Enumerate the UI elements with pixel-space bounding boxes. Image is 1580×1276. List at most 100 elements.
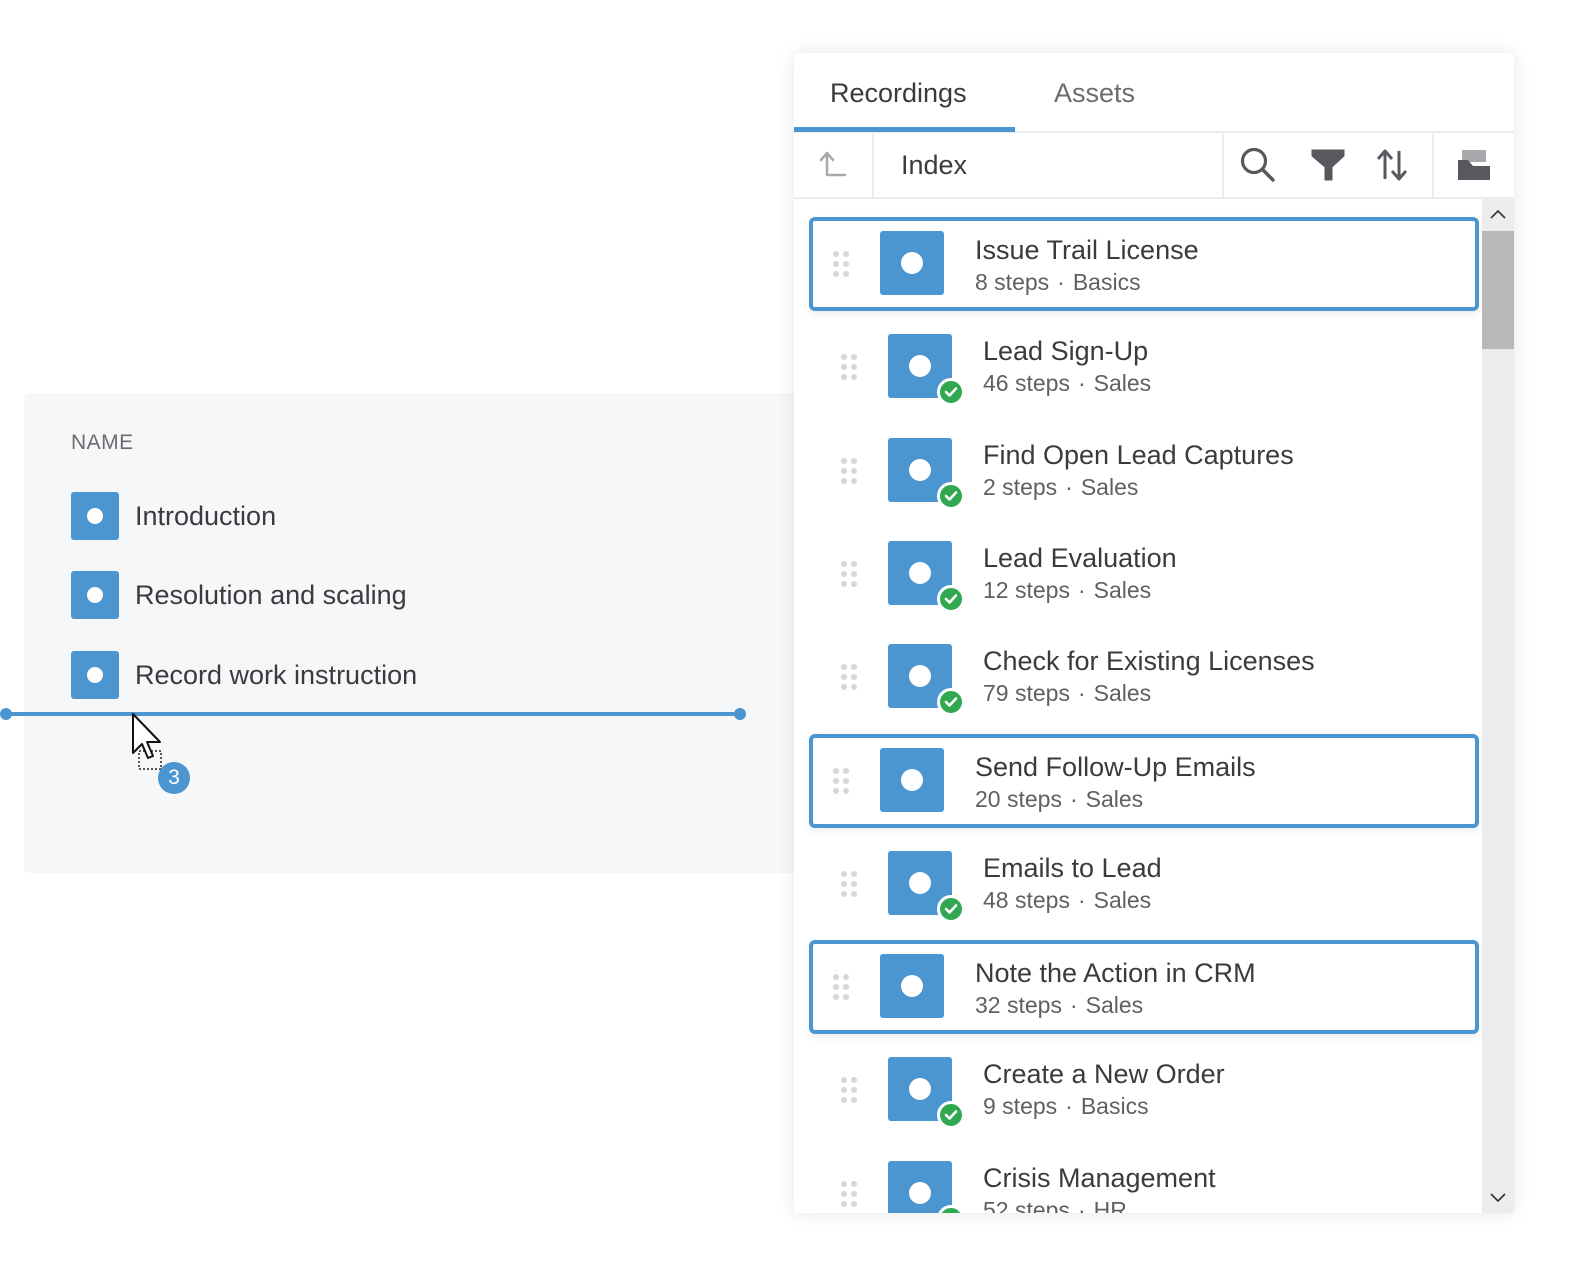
step-count: 32 steps xyxy=(975,992,1062,1018)
step-count: 9 steps xyxy=(983,1093,1058,1119)
recording-item[interactable]: Lead Sign-Up 46 steps · Sales xyxy=(809,320,1479,414)
meta-separator: · xyxy=(1077,370,1086,396)
scroll-up-button[interactable] xyxy=(1482,199,1514,229)
recording-meta: 79 steps · Sales xyxy=(983,680,1151,707)
step-count: 52 steps xyxy=(983,1197,1070,1213)
folder-button[interactable] xyxy=(1434,133,1514,197)
sort-button[interactable] xyxy=(1372,145,1412,185)
step-count: 12 steps xyxy=(983,577,1070,603)
recording-title: Emails to Lead xyxy=(983,853,1162,883)
drag-handle-icon[interactable] xyxy=(833,251,851,279)
recording-title: Crisis Management xyxy=(983,1163,1216,1193)
list-item-label: Introduction xyxy=(135,500,277,531)
meta-separator: · xyxy=(1065,474,1073,500)
recording-item[interactable]: Check for Existing Licenses 79 steps · Sale… xyxy=(809,630,1479,724)
drag-count-badge: 3 xyxy=(158,762,190,794)
step-count: 46 steps xyxy=(983,370,1070,396)
recording-item[interactable]: Create a New Order 9 steps · Basics xyxy=(809,1043,1479,1137)
list-item-label: Resolution and scaling xyxy=(135,579,407,610)
recording-meta: 8 steps · Basics xyxy=(975,269,1141,296)
scrollbar-thumb[interactable] xyxy=(1482,231,1514,349)
recording-title: Lead Sign-Up xyxy=(983,336,1149,366)
recording-item[interactable]: Find Open Lead Captures 2 steps · Sales xyxy=(809,424,1479,518)
drag-handle-icon[interactable] xyxy=(841,1181,859,1209)
drop-target-panel[interactable]: NAME Introduction Resolution and scaling… xyxy=(24,393,824,873)
drag-handle-icon[interactable] xyxy=(841,1077,859,1105)
category-label: Basics xyxy=(1072,269,1141,295)
recordings-panel: Recordings Assets Index Issue Trail Lice… xyxy=(794,53,1514,1213)
recording-meta: 46 steps · Sales xyxy=(983,370,1151,397)
filter-button[interactable] xyxy=(1308,145,1348,185)
breadcrumb[interactable]: Index xyxy=(901,133,967,197)
recording-meta: 9 steps · Basics xyxy=(983,1093,1149,1120)
vertical-scrollbar[interactable] xyxy=(1482,199,1514,1213)
recording-title: Issue Trail License xyxy=(975,235,1199,265)
completed-check-icon xyxy=(937,378,965,406)
recording-title: Create a New Order xyxy=(983,1059,1225,1089)
search-button[interactable] xyxy=(1238,145,1278,185)
up-level-button[interactable] xyxy=(794,133,874,197)
meta-separator: · xyxy=(1069,992,1078,1018)
recording-item[interactable]: Crisis Management 52 steps · HR xyxy=(809,1147,1479,1213)
meta-separator: · xyxy=(1077,887,1086,913)
meta-separator: · xyxy=(1065,1093,1073,1119)
up-level-icon xyxy=(819,151,847,177)
category-label: HR xyxy=(1093,1197,1127,1213)
meta-separator: · xyxy=(1069,786,1078,812)
drag-handle-icon[interactable] xyxy=(841,458,859,486)
recording-item[interactable]: Issue Trail License 8 steps · Basics xyxy=(809,217,1479,311)
chevron-up-icon xyxy=(1490,209,1506,219)
sort-icon xyxy=(1376,149,1408,181)
recording-title: Note the Action in CRM xyxy=(975,958,1256,988)
recording-title: Check for Existing Licenses xyxy=(983,646,1315,676)
meta-separator: · xyxy=(1057,269,1065,295)
completed-check-icon xyxy=(937,482,965,510)
recording-title: Send Follow-Up Emails xyxy=(975,752,1256,782)
recording-title: Find Open Lead Captures xyxy=(983,440,1294,470)
drag-handle-icon[interactable] xyxy=(833,768,851,796)
category-label: Sales xyxy=(1093,577,1152,603)
recording-item[interactable]: Lead Evaluation 12 steps · Sales xyxy=(809,527,1479,621)
tab-recordings[interactable]: Recordings xyxy=(830,53,967,133)
chevron-down-icon xyxy=(1490,1193,1506,1203)
recording-icon xyxy=(880,954,944,1018)
recording-meta: 12 steps · Sales xyxy=(983,577,1151,604)
drag-handle-icon[interactable] xyxy=(841,561,859,589)
recording-meta: 20 steps · Sales xyxy=(975,786,1143,813)
category-label: Basics xyxy=(1080,1093,1149,1119)
tab-assets[interactable]: Assets xyxy=(1054,53,1135,133)
list-item[interactable]: Record work instruction xyxy=(71,651,417,699)
drag-handle-icon[interactable] xyxy=(833,974,851,1002)
drag-handle-icon[interactable] xyxy=(841,871,859,899)
recording-item[interactable]: Emails to Lead 48 steps · Sales xyxy=(809,837,1479,931)
drop-insertion-line xyxy=(6,712,741,716)
recording-icon xyxy=(880,231,944,295)
filter-icon xyxy=(1311,149,1345,181)
drag-handle-icon[interactable] xyxy=(841,664,859,692)
step-count: 48 steps xyxy=(983,887,1070,913)
category-label: Sales xyxy=(1085,992,1144,1018)
completed-check-icon xyxy=(937,895,965,923)
list-item[interactable]: Introduction xyxy=(71,492,276,540)
drag-handle-icon[interactable] xyxy=(841,354,859,382)
list-item-label: Record work instruction xyxy=(135,659,418,690)
recording-icon xyxy=(880,748,944,812)
recording-item[interactable]: Send Follow-Up Emails 20 steps · Sales xyxy=(809,734,1479,828)
column-header-name: NAME xyxy=(71,431,134,454)
category-label: Sales xyxy=(1093,680,1152,706)
recording-item[interactable]: Note the Action in CRM 32 steps · Sales xyxy=(809,940,1479,1034)
meta-separator: · xyxy=(1077,577,1086,603)
category-label: Sales xyxy=(1080,474,1139,500)
list-item[interactable]: Resolution and scaling xyxy=(71,571,407,619)
step-count: 8 steps xyxy=(975,269,1050,295)
toolbar: Index xyxy=(794,133,1514,199)
step-count: 79 steps xyxy=(983,680,1070,706)
recording-title: Lead Evaluation xyxy=(983,543,1177,573)
recording-icon xyxy=(71,651,119,699)
recording-icon xyxy=(71,492,119,540)
recording-meta: 52 steps · HR xyxy=(983,1197,1127,1213)
scroll-down-button[interactable] xyxy=(1482,1183,1514,1213)
completed-check-icon xyxy=(937,688,965,716)
tool-group xyxy=(1222,133,1434,197)
drop-insertion-start-dot xyxy=(0,708,12,720)
